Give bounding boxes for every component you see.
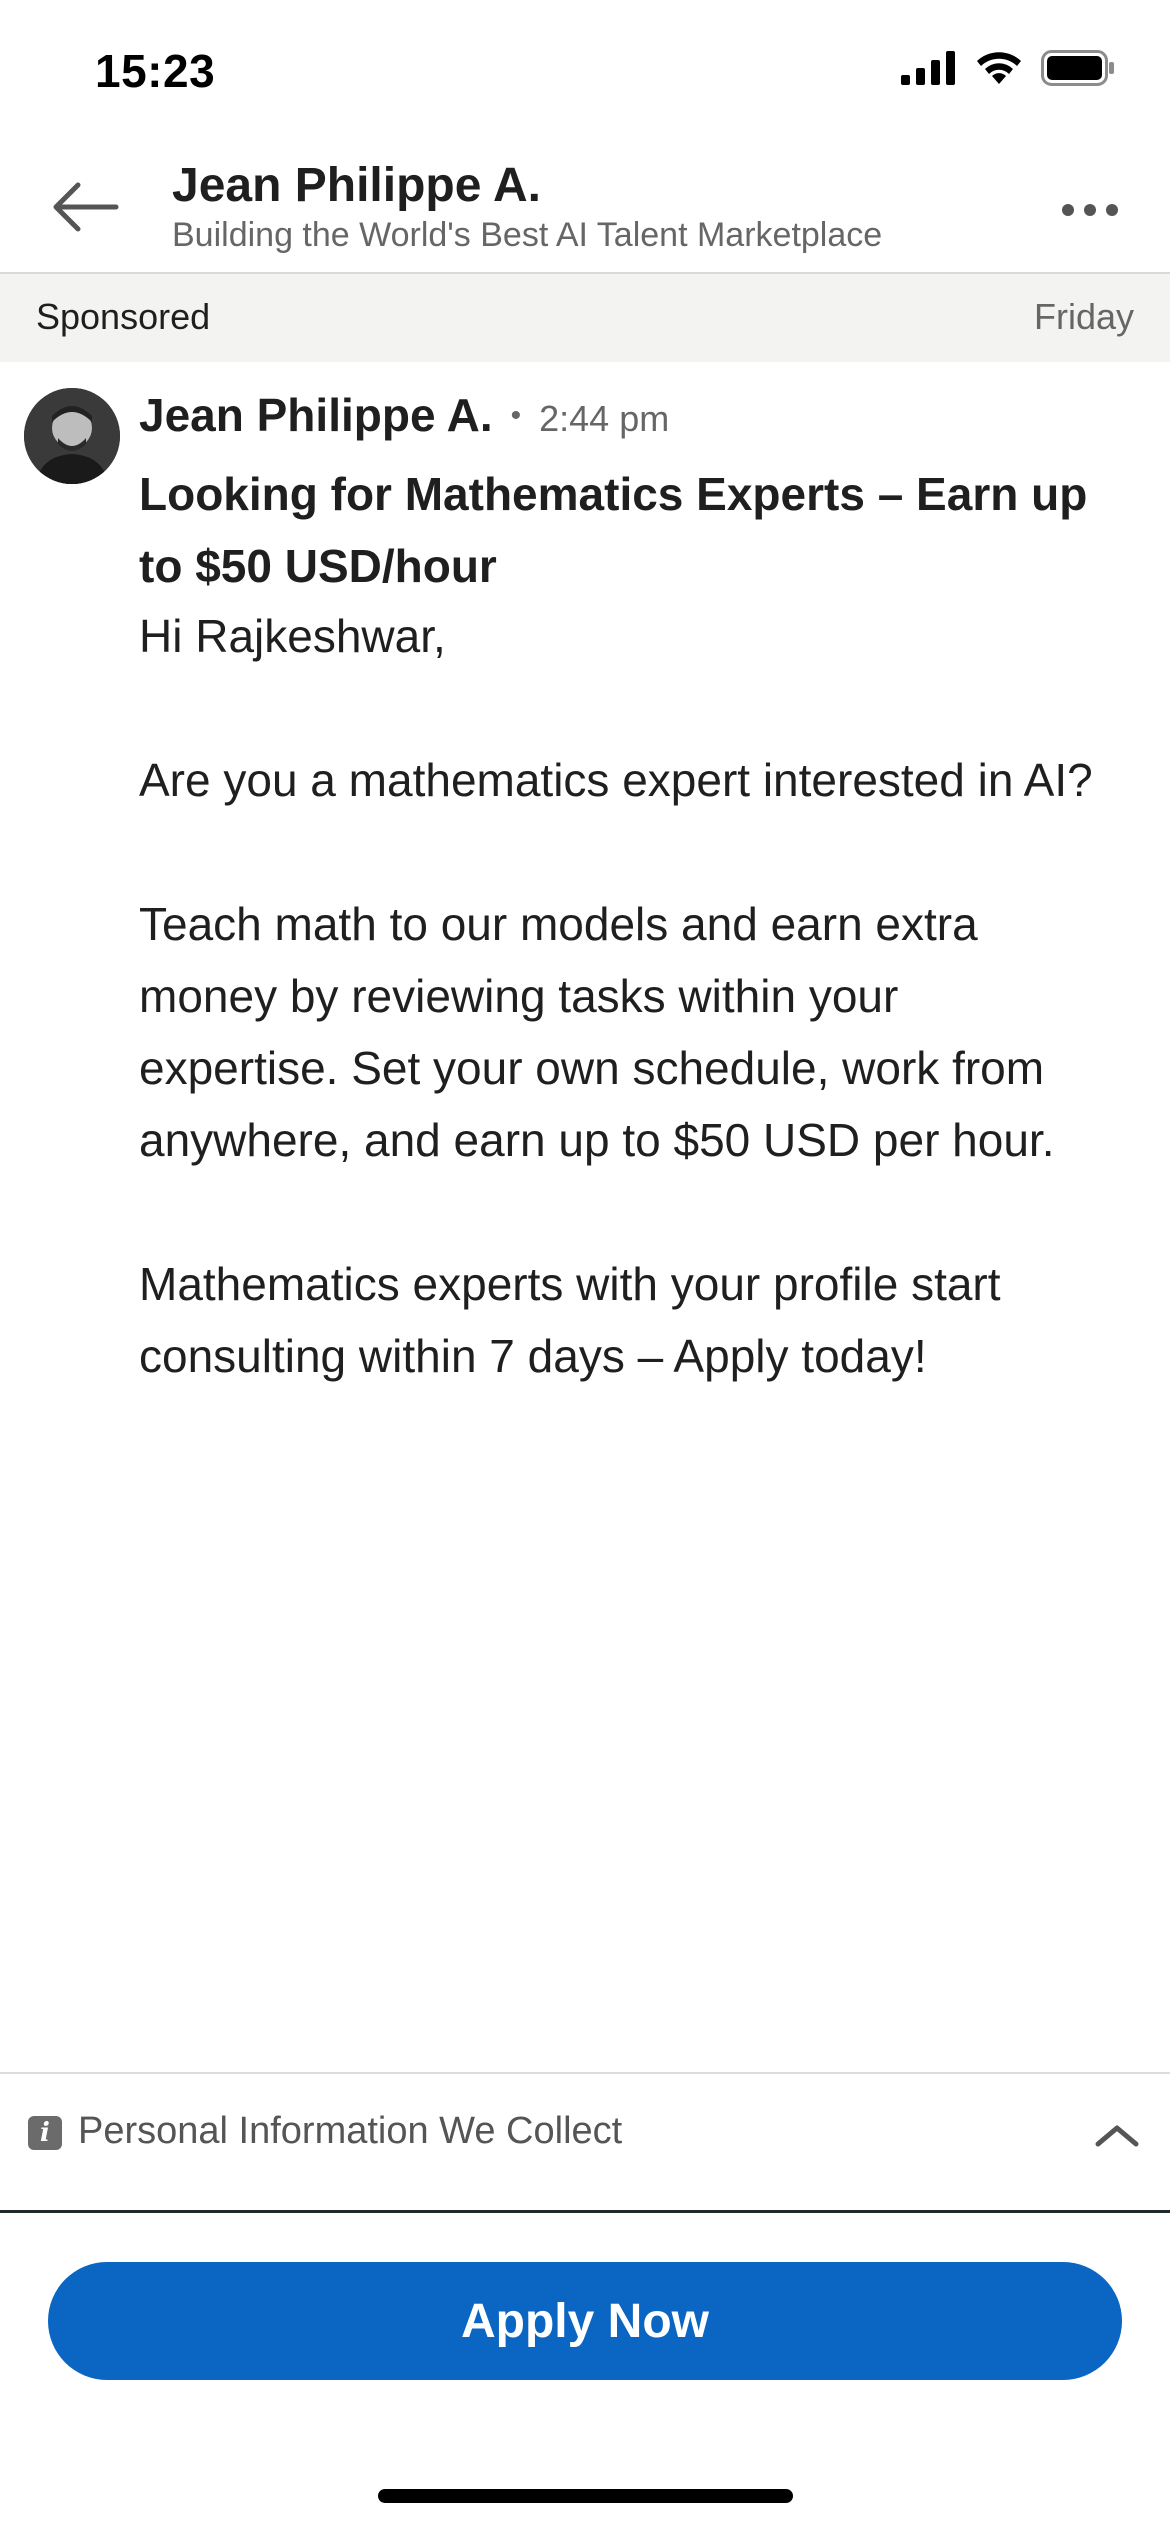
message-greeting: Hi Rajkeshwar, — [139, 610, 446, 662]
sponsored-bar: Sponsored Friday — [0, 274, 1170, 362]
message-paragraph: Mathematics experts with your profile st… — [139, 1258, 1001, 1382]
apply-now-button[interactable]: Apply Now — [48, 2262, 1122, 2380]
personal-info-label: Personal Information We Collect — [78, 2110, 623, 2152]
message-time: 2:44 pm — [539, 398, 670, 439]
contact-name[interactable]: Jean Philippe A. — [172, 158, 541, 213]
message-paragraph: Are you a mathematics expert interested … — [139, 754, 1093, 806]
info-icon: i — [28, 2116, 62, 2150]
chevron-up-icon[interactable] — [1092, 2114, 1142, 2154]
battery-icon — [1041, 50, 1114, 86]
message-subject: Looking for Mathematics Experts – Earn u… — [139, 468, 1088, 592]
meta-separator: • — [510, 399, 522, 432]
message-screen: 15:23 Jean Philippe A. Building the Worl… — [0, 0, 1170, 2532]
profile-photo — [24, 388, 120, 484]
message-body: Hi Rajkeshwar, Are you a mathematics exp… — [139, 600, 1099, 1464]
message-sender[interactable]: Jean Philippe A. — [139, 388, 493, 442]
contact-headline: Building the World's Best AI Talent Mark… — [172, 216, 883, 254]
message-meta: Jean Philippe A. • 2:44 pm — [139, 388, 669, 442]
status-bar: 15:23 — [0, 0, 1170, 150]
status-time: 15:23 — [95, 45, 216, 97]
personal-info-disclosure[interactable]: i Personal Information We Collect — [0, 2072, 1170, 2213]
message-paragraph: Teach math to our models and earn extra … — [139, 898, 1055, 1166]
more-options-button[interactable] — [1050, 180, 1130, 240]
home-indicator[interactable] — [378, 2489, 793, 2503]
back-button[interactable] — [40, 172, 130, 242]
conversation-header: Jean Philippe A. Building the World's Be… — [0, 150, 1170, 274]
cellular-signal-icon — [901, 51, 955, 85]
status-icons — [901, 50, 1115, 86]
date-label: Friday — [1033, 296, 1134, 337]
avatar[interactable] — [24, 388, 120, 484]
arrow-left-icon — [53, 182, 119, 232]
wifi-icon — [977, 52, 1021, 84]
sponsored-label: Sponsored — [36, 296, 211, 337]
more-horizontal-icon — [1062, 204, 1074, 216]
